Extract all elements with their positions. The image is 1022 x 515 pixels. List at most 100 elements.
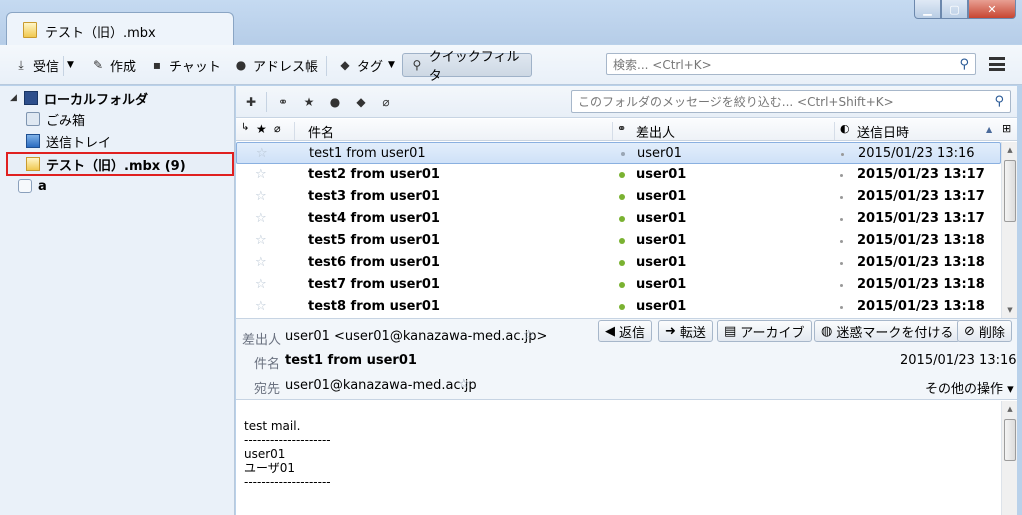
- junk-status-dot-icon[interactable]: [840, 218, 843, 221]
- message-row[interactable]: ☆ test3 from user01 user01 2015/01/23 13:17: [236, 186, 1001, 208]
- to-value[interactable]: user01@kanazawa-med.ac.jp: [285, 378, 477, 393]
- junk-status-dot-icon[interactable]: [841, 153, 844, 156]
- star-filter-icon[interactable]: ★: [302, 95, 316, 109]
- message-row[interactable]: ☆ test4 from user01 user01 2015/01/23 13:17: [236, 208, 1001, 230]
- search-icon: ⚲: [959, 57, 969, 72]
- quick-filter-button[interactable]: ⚲ クイックフィルタ: [402, 50, 532, 84]
- read-status-dot-icon[interactable]: [619, 260, 625, 266]
- message-date: 2015/01/23 13:16: [858, 146, 975, 161]
- star-icon[interactable]: ☆: [255, 255, 267, 270]
- forward-button[interactable]: ➜ 転送: [658, 320, 713, 342]
- star-icon[interactable]: ☆: [255, 167, 267, 182]
- maximize-button[interactable]: ▢: [941, 0, 968, 19]
- scroll-up-icon[interactable]: ▲: [1002, 142, 1018, 158]
- tag-filter-icon[interactable]: ◆: [354, 95, 368, 109]
- star-icon[interactable]: ☆: [523, 328, 535, 343]
- message-row[interactable]: ☆ test8 from user01 user01 2015/01/23 13:18: [236, 296, 1001, 318]
- close-window-button[interactable]: ✕: [968, 0, 1016, 19]
- search-input[interactable]: 検索... <Ctrl+K> ⚲: [606, 53, 976, 75]
- delete-button[interactable]: ⊘ 削除: [957, 320, 1012, 342]
- pin-icon[interactable]: ✚: [244, 95, 258, 109]
- attachment-column-icon[interactable]: ⌀: [274, 122, 281, 135]
- scroll-down-icon[interactable]: ▼: [1002, 302, 1018, 318]
- contact-filter-icon[interactable]: ●: [328, 95, 342, 109]
- star-icon[interactable]: ☆: [255, 211, 267, 226]
- chat-button[interactable]: ▪ チャット: [150, 55, 221, 75]
- message-row[interactable]: ☆ test1 from user01 user01 2015/01/23 13:16: [236, 142, 1001, 164]
- folder-label-local: ローカルフォルダ: [44, 92, 149, 108]
- read-status-dot-icon[interactable]: [621, 152, 625, 156]
- folder-item-trash[interactable]: ごみ箱: [26, 108, 85, 130]
- forward-label: 転送: [679, 325, 706, 341]
- scroll-up-icon[interactable]: ▲: [1002, 401, 1018, 417]
- scrollbar-thumb[interactable]: [1004, 419, 1016, 461]
- minimize-button[interactable]: ▁: [914, 0, 941, 19]
- star-icon[interactable]: ☆: [255, 189, 267, 204]
- folder-item-outbox[interactable]: 送信トレイ: [26, 130, 111, 152]
- read-status-dot-icon[interactable]: [619, 304, 625, 310]
- junk-status-dot-icon[interactable]: [840, 196, 843, 199]
- star-icon[interactable]: ☆: [255, 277, 267, 292]
- message-date: 2015/01/23 13:17: [857, 189, 985, 204]
- read-status-dot-icon[interactable]: [619, 194, 625, 200]
- junk-status-dot-icon[interactable]: [840, 174, 843, 177]
- folder-item-a[interactable]: a: [18, 175, 47, 197]
- folder-label-selected: テスト（旧）.mbx (9): [46, 158, 186, 174]
- junk-button[interactable]: ◍ 迷惑マークを付ける: [814, 320, 961, 342]
- star-icon[interactable]: ☆: [458, 377, 470, 392]
- message-row[interactable]: ☆ test2 from user01 user01 2015/01/23 13:17: [236, 164, 1001, 186]
- write-button[interactable]: ✎ 作成: [91, 55, 136, 75]
- read-status-dot-icon[interactable]: [619, 238, 625, 244]
- attachment-filter-icon[interactable]: ⌀: [379, 95, 393, 109]
- junk-status-dot-icon[interactable]: [840, 306, 843, 309]
- star-icon[interactable]: ☆: [256, 146, 268, 161]
- junk-status-dot-icon[interactable]: [840, 284, 843, 287]
- star-icon[interactable]: ☆: [255, 299, 267, 314]
- get-mail-dropdown[interactable]: ▼: [67, 55, 74, 75]
- junk-status-dot-icon[interactable]: [840, 240, 843, 243]
- subject-column-header[interactable]: 件名: [308, 122, 334, 141]
- date-column-header[interactable]: 送信日時: [857, 122, 909, 141]
- reply-label: 返信: [619, 325, 646, 341]
- message-subject: test5 from user01: [308, 233, 440, 248]
- column-picker-icon[interactable]: ⊞: [1002, 122, 1011, 135]
- main-toolbar: ⤓ 受信 ▼ ✎ 作成 ▪ チャット ● アドレス帳 ◆ タグ ▼ ⚲ クイック…: [0, 45, 1022, 85]
- chat-bubble-icon: ▪: [152, 58, 162, 72]
- message-body-scrollbar[interactable]: ▲: [1001, 401, 1017, 515]
- get-mail-label: 受信: [33, 59, 60, 75]
- junk-status-dot-icon[interactable]: [840, 262, 843, 265]
- more-actions-menu[interactable]: その他の操作 ▾: [925, 378, 1014, 397]
- message-subject: test4 from user01: [308, 211, 440, 226]
- message-row[interactable]: ☆ test6 from user01 user01 2015/01/23 13:18: [236, 252, 1001, 274]
- read-status-dot-icon[interactable]: [619, 282, 625, 288]
- body-line: --------------------: [244, 433, 331, 447]
- message-list-scrollbar[interactable]: ▲ ▼: [1001, 142, 1017, 318]
- address-book-button[interactable]: ● アドレス帳: [234, 55, 318, 75]
- folder-item-selected[interactable]: テスト（旧）.mbx (9): [6, 152, 234, 176]
- folder-filter-placeholder: このフォルダのメッセージを絞り込む... <Ctrl+Shift+K>: [578, 95, 894, 109]
- star-icon[interactable]: ☆: [255, 233, 267, 248]
- from-value[interactable]: user01 <user01@kanazawa-med.ac.jp>: [285, 329, 547, 344]
- read-status-dot-icon[interactable]: [619, 216, 625, 222]
- message-row[interactable]: ☆ test7 from user01 user01 2015/01/23 13:18: [236, 274, 1001, 296]
- thread-column-icon[interactable]: ↳: [241, 122, 249, 133]
- archive-box-icon: ▤: [724, 323, 737, 339]
- folder-filter-input[interactable]: このフォルダのメッセージを絞り込む... <Ctrl+Shift+K> ⚲: [571, 90, 1011, 113]
- archive-button[interactable]: ▤ アーカイブ: [717, 320, 812, 342]
- folder-item-local[interactable]: ◢ ローカルフォルダ: [10, 87, 148, 109]
- scrollbar-thumb[interactable]: [1004, 160, 1016, 222]
- star-column-icon[interactable]: ★: [256, 122, 267, 136]
- get-mail-button[interactable]: ⤓ 受信: [14, 55, 59, 75]
- sender-column-header[interactable]: 差出人: [636, 122, 675, 141]
- tag-button[interactable]: ◆ タグ ▼: [338, 55, 395, 75]
- tag-icon: ◆: [340, 58, 350, 72]
- read-status-dot-icon[interactable]: [619, 172, 625, 178]
- read-status-column-icon[interactable]: ⚭: [617, 122, 626, 135]
- message-row[interactable]: ☆ test5 from user01 user01 2015/01/23 13:18: [236, 230, 1001, 252]
- app-menu-button[interactable]: [989, 57, 1005, 71]
- reply-button[interactable]: ◀ 返信: [598, 320, 653, 342]
- junk-column-icon[interactable]: ◐: [840, 122, 850, 135]
- folder-label-outbox: 送信トレイ: [46, 135, 112, 151]
- unread-filter-icon[interactable]: ⚭: [276, 95, 290, 109]
- folder-tab[interactable]: テスト（旧）.mbx: [6, 12, 234, 46]
